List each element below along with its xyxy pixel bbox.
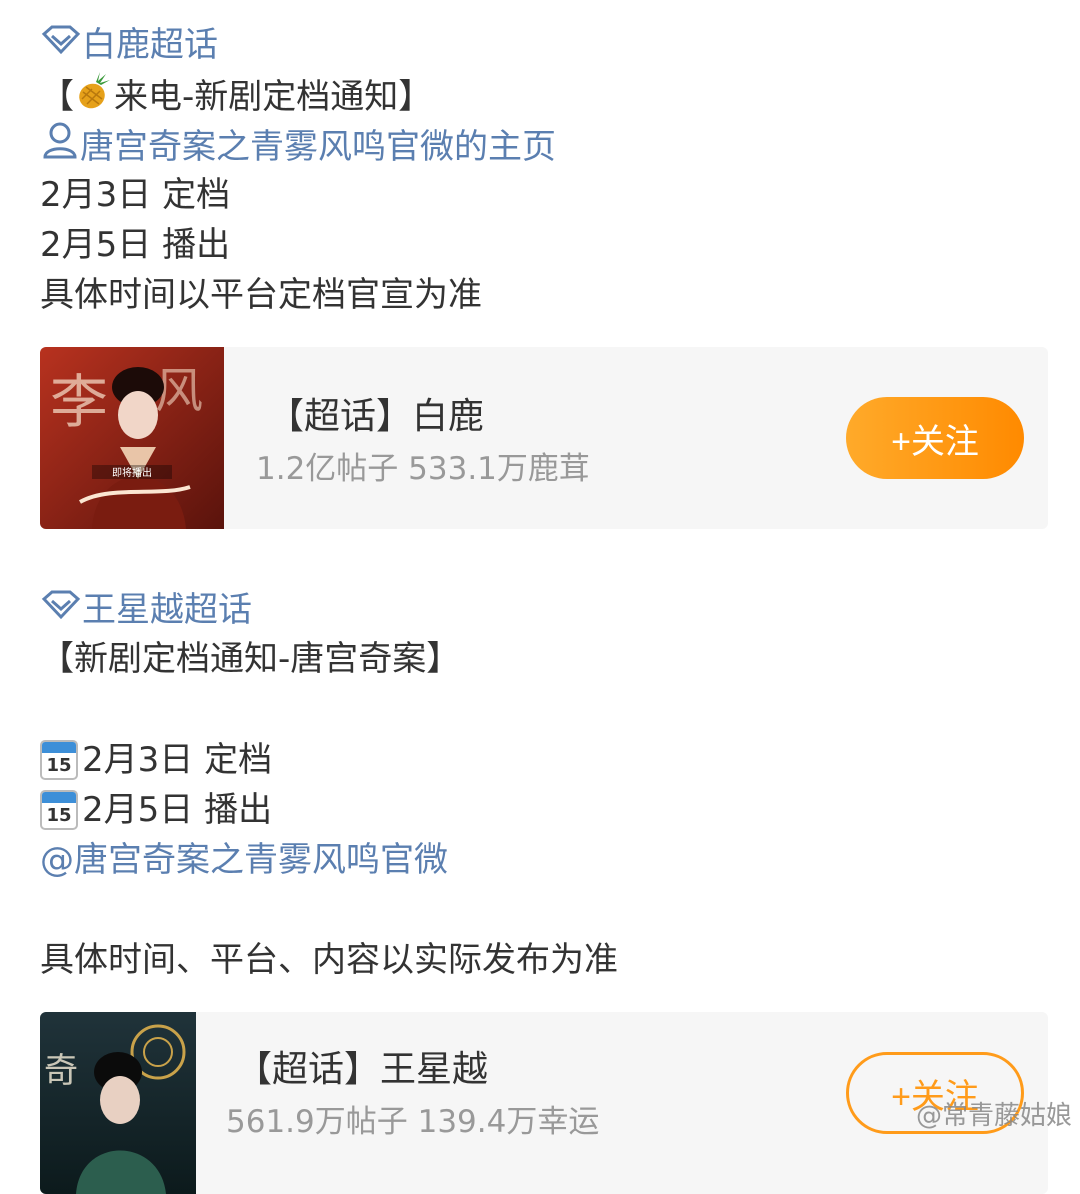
pineapple-icon — [74, 70, 114, 124]
air-date-text: 2月5日 播出 — [82, 790, 273, 830]
supertopic-label: 白鹿超话 — [82, 25, 218, 65]
post-headline: 【 来电-新剧定档通知】 — [40, 70, 432, 124]
supertopic-stats: 1.2亿帖子 533.1万鹿茸 — [256, 451, 590, 487]
schedule-date-line: 2月3日 定档 — [40, 175, 231, 215]
supertopic-stats: 561.9万帖子 139.4万幸运 — [226, 1104, 600, 1140]
weibo-post-screenshot: 白鹿超话 【 来电-新剧定档通知】 唐宫奇案之青雾风鸣官微的主页 2月3日 定档… — [0, 0, 1080, 1194]
air-date-line: 2月5日 播出 — [40, 225, 231, 265]
supertopic-link-bailu[interactable]: 白鹿超话 — [40, 20, 218, 70]
headline-bracket: 【 — [40, 77, 74, 117]
schedule-date-text: 2月3日 定档 — [82, 740, 273, 780]
user-icon — [40, 120, 80, 174]
air-date-line-2: 15 2月5日 播出 — [40, 785, 272, 835]
supertopic-title: 【超话】白鹿 — [268, 396, 485, 437]
disclaimer-line: 具体时间以平台定档官宣为准 — [40, 275, 482, 315]
supertopic-title: 【超话】王星越 — [236, 1049, 489, 1090]
follow-button[interactable]: +关注 — [846, 397, 1024, 479]
watermark: @常青藤姑娘 — [915, 1101, 1072, 1131]
supertopic-link-wangxingyue[interactable]: 王星越超话 — [40, 585, 252, 635]
disclaimer-line-2: 具体时间、平台、内容以实际发布为准 — [40, 940, 618, 980]
mention-link[interactable]: @唐宫奇案之青雾风鸣官微 — [40, 835, 448, 885]
headline-text: 来电-新剧定档通知】 — [114, 77, 433, 117]
calendar-icon: 15 — [40, 740, 78, 780]
calendar-day-number: 15 — [46, 805, 72, 826]
calendar-icon: 15 — [40, 790, 78, 830]
profile-link-text: 唐宫奇案之青雾风鸣官微的主页 — [80, 127, 556, 167]
svg-text:李: 李 — [50, 368, 108, 436]
svg-text:奇: 奇 — [44, 1051, 78, 1091]
poster-caption: 即将播出 — [112, 466, 152, 479]
supertopic-label: 王星越超话 — [82, 590, 252, 630]
profile-link[interactable]: 唐宫奇案之青雾风鸣官微的主页 — [40, 120, 556, 174]
calendar-day-number: 15 — [46, 755, 72, 776]
post-headline-2: 【新剧定档通知-唐宫奇案】 — [40, 639, 461, 679]
diamond-icon — [40, 20, 82, 70]
supertopic-card-wangxingyue[interactable]: 奇 【超话】王星越 561.9万帖子 139.4万幸运 +关注 — [40, 1012, 1048, 1194]
drama-poster-image: 李 风 即将播出 — [40, 347, 224, 529]
schedule-date-line-2: 15 2月3日 定档 — [40, 735, 272, 785]
supertopic-card-bailu[interactable]: 李 风 即将播出 【超话】白鹿 1.2亿帖子 533.1万鹿茸 +关注 — [40, 347, 1048, 529]
diamond-icon — [40, 585, 82, 635]
drama-poster-image: 奇 — [40, 1012, 196, 1194]
